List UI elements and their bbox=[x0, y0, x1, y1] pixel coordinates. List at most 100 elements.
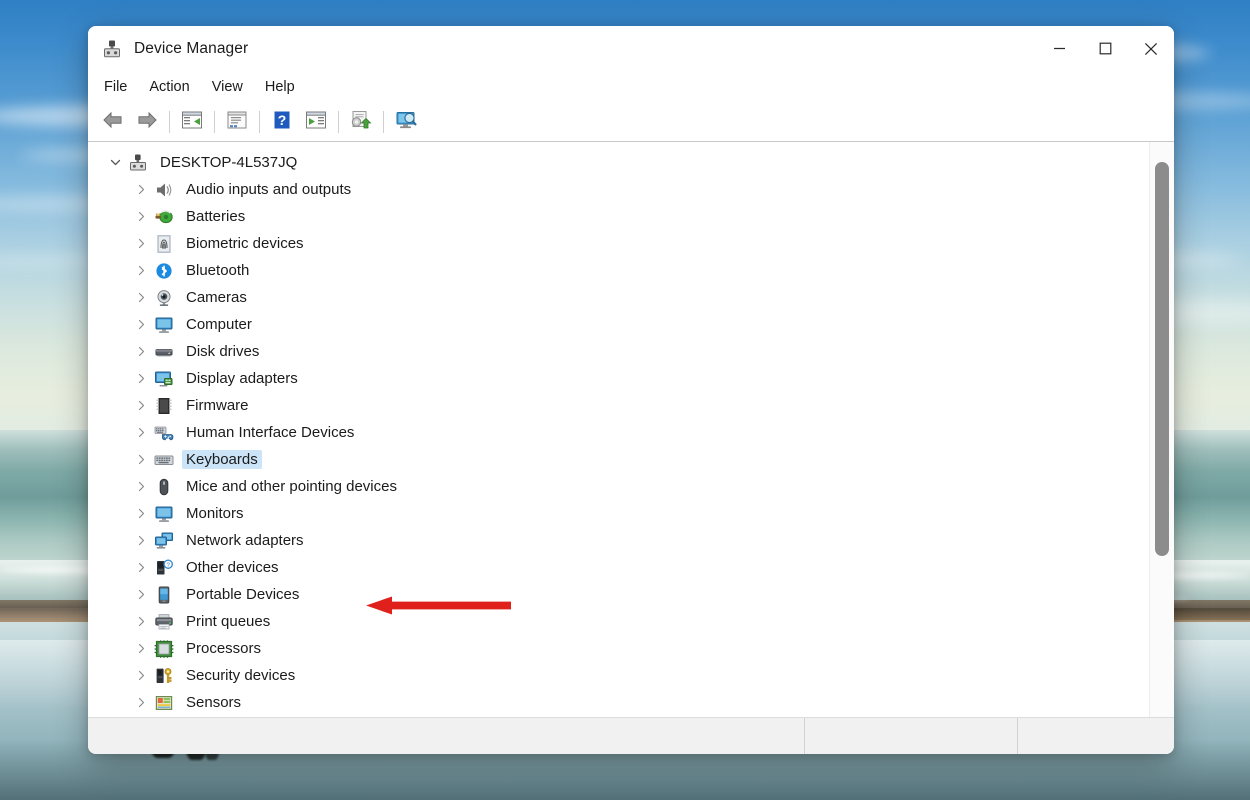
tree-node-cameras[interactable]: Cameras bbox=[88, 284, 1149, 311]
tree-node-other-devices[interactable]: ? Other devices bbox=[88, 554, 1149, 581]
tree-node-biometric-devices[interactable]: Biometric devices bbox=[88, 230, 1149, 257]
tree-node-label: Audio inputs and outputs bbox=[186, 181, 352, 198]
firmware-chip-icon bbox=[154, 397, 174, 415]
tree-node-display-adapters[interactable]: Display adapters bbox=[88, 365, 1149, 392]
close-button[interactable] bbox=[1128, 26, 1174, 71]
tree-node-label: Mice and other pointing devices bbox=[186, 478, 397, 495]
chevron-right-icon[interactable] bbox=[128, 508, 154, 519]
network-adapter-icon bbox=[154, 532, 174, 550]
menu-action[interactable]: Action bbox=[138, 75, 200, 99]
monitor-icon bbox=[154, 505, 174, 523]
chevron-right-icon[interactable] bbox=[128, 184, 154, 195]
scan-hardware-icon bbox=[350, 110, 372, 135]
update-driver-icon bbox=[305, 110, 327, 135]
chevron-right-icon[interactable] bbox=[128, 454, 154, 465]
tree-node-sensors[interactable]: Sensors bbox=[88, 689, 1149, 716]
add-legacy-hardware-button[interactable] bbox=[389, 107, 423, 137]
tree-node-mice-and-other-pointing-devices[interactable]: Mice and other pointing devices bbox=[88, 473, 1149, 500]
tree-node-computer[interactable]: Computer bbox=[88, 311, 1149, 338]
tree-node-firmware[interactable]: Firmware bbox=[88, 392, 1149, 419]
chevron-right-icon[interactable] bbox=[128, 346, 154, 357]
device-tree[interactable]: DESKTOP-4L537JQ Audio inputs and outputs bbox=[88, 142, 1149, 717]
fingerprint-icon bbox=[154, 234, 174, 253]
toolbar: ? bbox=[88, 103, 1174, 142]
chevron-right-icon[interactable] bbox=[128, 562, 154, 573]
window-title: Device Manager bbox=[134, 39, 249, 57]
tree-node-audio-inputs-and-outputs[interactable]: Audio inputs and outputs bbox=[88, 176, 1149, 203]
status-bar bbox=[88, 717, 1174, 754]
tree-node-label: Human Interface Devices bbox=[186, 424, 355, 441]
status-message bbox=[88, 718, 804, 754]
security-key-icon bbox=[154, 667, 174, 685]
tree-node-print-queues[interactable]: Print queues bbox=[88, 608, 1149, 635]
chevron-down-icon[interactable] bbox=[102, 157, 128, 168]
battery-icon bbox=[154, 208, 174, 226]
tree-node-label: Security devices bbox=[186, 667, 296, 684]
tree-node-label: Other devices bbox=[186, 559, 279, 576]
update-driver-button[interactable] bbox=[299, 107, 333, 137]
scrollbar-thumb[interactable] bbox=[1155, 162, 1169, 556]
chevron-right-icon[interactable] bbox=[128, 481, 154, 492]
chevron-right-icon[interactable] bbox=[128, 265, 154, 276]
computer-root-icon bbox=[128, 154, 148, 172]
tree-node-portable-devices[interactable]: Portable Devices bbox=[88, 581, 1149, 608]
chevron-right-icon[interactable] bbox=[128, 400, 154, 411]
tree-node-bluetooth[interactable]: Bluetooth bbox=[88, 257, 1149, 284]
tree-node-batteries[interactable]: Batteries bbox=[88, 203, 1149, 230]
tree-node-disk-drives[interactable]: Disk drives bbox=[88, 338, 1149, 365]
tree-node-root[interactable]: DESKTOP-4L537JQ bbox=[88, 149, 1149, 176]
chevron-right-icon[interactable] bbox=[128, 670, 154, 681]
toolbar-separator bbox=[169, 111, 170, 133]
camera-icon bbox=[154, 289, 174, 307]
tree-node-human-interface-devices[interactable]: Human Interface Devices bbox=[88, 419, 1149, 446]
title-bar: Device Manager bbox=[88, 26, 1174, 71]
tree-node-keyboards[interactable]: Keyboards bbox=[88, 446, 1149, 473]
status-segment-3 bbox=[1017, 718, 1174, 754]
scan-hardware-changes-button[interactable] bbox=[344, 107, 378, 137]
disk-drive-icon bbox=[154, 343, 174, 361]
forward-button[interactable] bbox=[130, 107, 164, 137]
show-hide-console-tree-button[interactable] bbox=[175, 107, 209, 137]
help-question-icon: ? bbox=[272, 110, 292, 135]
chevron-right-icon[interactable] bbox=[128, 616, 154, 627]
chevron-right-icon[interactable] bbox=[128, 373, 154, 384]
tree-node-security-devices[interactable]: Security devices bbox=[88, 662, 1149, 689]
menu-file[interactable]: File bbox=[93, 75, 138, 99]
speaker-icon bbox=[154, 181, 174, 199]
window-body: DESKTOP-4L537JQ Audio inputs and outputs bbox=[88, 142, 1174, 717]
tree-node-monitors[interactable]: Monitors bbox=[88, 500, 1149, 527]
sensor-icon bbox=[154, 694, 174, 712]
tree-node-label: Disk drives bbox=[186, 343, 260, 360]
device-manager-icon bbox=[102, 39, 122, 59]
window-controls bbox=[1036, 26, 1174, 71]
chevron-right-icon[interactable] bbox=[128, 427, 154, 438]
menu-view[interactable]: View bbox=[201, 75, 254, 99]
tree-node-processors[interactable]: Processors bbox=[88, 635, 1149, 662]
mouse-icon bbox=[154, 478, 174, 496]
tree-node-label: Biometric devices bbox=[186, 235, 304, 252]
minimize-button[interactable] bbox=[1036, 26, 1082, 71]
properties-icon bbox=[226, 110, 248, 135]
keyboard-icon bbox=[154, 451, 174, 469]
status-segment-2 bbox=[804, 718, 1017, 754]
properties-button[interactable] bbox=[220, 107, 254, 137]
vertical-scrollbar[interactable] bbox=[1149, 142, 1174, 717]
tree-node-label: Network adapters bbox=[186, 532, 304, 549]
chevron-right-icon[interactable] bbox=[128, 697, 154, 708]
chevron-right-icon[interactable] bbox=[128, 535, 154, 546]
chevron-right-icon[interactable] bbox=[128, 238, 154, 249]
chevron-right-icon[interactable] bbox=[128, 211, 154, 222]
chevron-right-icon[interactable] bbox=[128, 292, 154, 303]
maximize-button[interactable] bbox=[1082, 26, 1128, 71]
toolbar-separator bbox=[338, 111, 339, 133]
help-button[interactable]: ? bbox=[265, 107, 299, 137]
chevron-right-icon[interactable] bbox=[128, 643, 154, 654]
toolbar-separator bbox=[214, 111, 215, 133]
tree-node-label: Cameras bbox=[186, 289, 247, 306]
chevron-right-icon[interactable] bbox=[128, 589, 154, 600]
display-adapter-icon bbox=[154, 370, 174, 388]
menu-help[interactable]: Help bbox=[254, 75, 306, 99]
chevron-right-icon[interactable] bbox=[128, 319, 154, 330]
tree-node-network-adapters[interactable]: Network adapters bbox=[88, 527, 1149, 554]
back-button[interactable] bbox=[96, 107, 130, 137]
